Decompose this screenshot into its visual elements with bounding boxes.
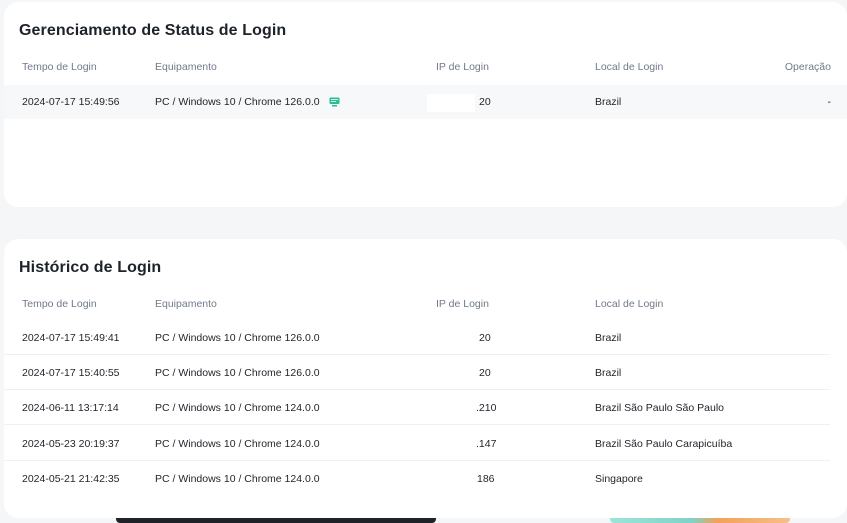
cell-device: PC / Windows 10 / Chrome 126.0.0 bbox=[155, 85, 340, 119]
cell-ip: .210 bbox=[476, 402, 497, 414]
cell-location: Brazil São Paulo Carapicuíba bbox=[595, 438, 733, 450]
cell-operation[interactable]: - bbox=[828, 85, 832, 119]
header-login-time: Tempo de Login bbox=[22, 298, 97, 310]
cell-ip: 20 bbox=[479, 367, 491, 379]
history-table-row: 2024-07-17 15:40:55 PC / Windows 10 / Ch… bbox=[4, 356, 830, 390]
cell-login-time: 2024-05-21 21:42:35 bbox=[22, 473, 120, 485]
cell-login-time: 2024-07-17 15:49:56 bbox=[22, 96, 120, 108]
monitor-icon bbox=[329, 97, 339, 107]
header-location: Local de Login bbox=[595, 61, 664, 73]
cell-device: PC / Windows 10 / Chrome 124.0.0 bbox=[155, 438, 320, 450]
cell-device: PC / Windows 10 / Chrome 124.0.0 bbox=[155, 402, 320, 414]
login-history-card: Histórico de Login Tempo de Login Equipa… bbox=[4, 239, 847, 518]
header-ip: IP de Login bbox=[436, 298, 489, 310]
cell-login-time: 2024-06-11 13:17:14 bbox=[22, 402, 119, 414]
cell-location: Brazil bbox=[595, 96, 622, 108]
login-history-title: Histórico de Login bbox=[19, 259, 162, 276]
page: Gerenciamento de Status de Login Tempo d… bbox=[0, 0, 847, 523]
device-text: PC / Windows 10 / Chrome 126.0.0 bbox=[155, 96, 320, 108]
status-table-row: 2024-07-17 15:49:56 PC / Windows 10 / Ch… bbox=[4, 85, 847, 119]
history-table-header: Tempo de Login Equipamento IP de Login L… bbox=[4, 287, 847, 321]
history-table-row: 2024-07-17 15:49:41 PC / Windows 10 / Ch… bbox=[4, 321, 830, 355]
login-status-title: Gerenciamento de Status de Login bbox=[19, 22, 287, 39]
cell-login-time: 2024-07-17 15:40:55 bbox=[22, 367, 120, 379]
cell-device: PC / Windows 10 / Chrome 124.0.0 bbox=[155, 473, 320, 485]
cell-device: PC / Windows 10 / Chrome 126.0.0 bbox=[155, 332, 320, 344]
cell-location: Singapore bbox=[595, 473, 643, 485]
header-operation: Operação bbox=[784, 61, 831, 73]
status-table-header: Tempo de Login Equipamento IP de Login L… bbox=[4, 50, 847, 84]
cell-location: Brazil bbox=[595, 332, 622, 344]
cell-ip: 20 bbox=[479, 96, 491, 108]
history-table-row: 2024-05-21 21:42:35 PC / Windows 10 / Ch… bbox=[4, 462, 830, 496]
cell-ip: 186 bbox=[477, 473, 495, 485]
history-table-row: 2024-05-23 20:19:37 PC / Windows 10 / Ch… bbox=[4, 427, 830, 461]
cell-login-time: 2024-07-17 15:49:41 bbox=[22, 332, 120, 344]
header-location: Local de Login bbox=[595, 298, 664, 310]
cell-location: Brazil São Paulo São Paulo bbox=[595, 402, 724, 414]
cell-ip: 20 bbox=[479, 332, 491, 344]
cell-ip: .147 bbox=[476, 438, 497, 450]
cell-device: PC / Windows 10 / Chrome 126.0.0 bbox=[155, 367, 320, 379]
login-status-card: Gerenciamento de Status de Login Tempo d… bbox=[4, 2, 847, 207]
redaction-overlay bbox=[427, 94, 475, 112]
cell-location: Brazil bbox=[595, 367, 622, 379]
cell-login-time: 2024-05-23 20:19:37 bbox=[22, 438, 120, 450]
header-device: Equipamento bbox=[155, 61, 217, 73]
history-table-row: 2024-06-11 13:17:14 PC / Windows 10 / Ch… bbox=[4, 391, 830, 425]
header-device: Equipamento bbox=[155, 298, 217, 310]
header-login-time: Tempo de Login bbox=[22, 61, 97, 73]
header-ip: IP de Login bbox=[436, 61, 489, 73]
